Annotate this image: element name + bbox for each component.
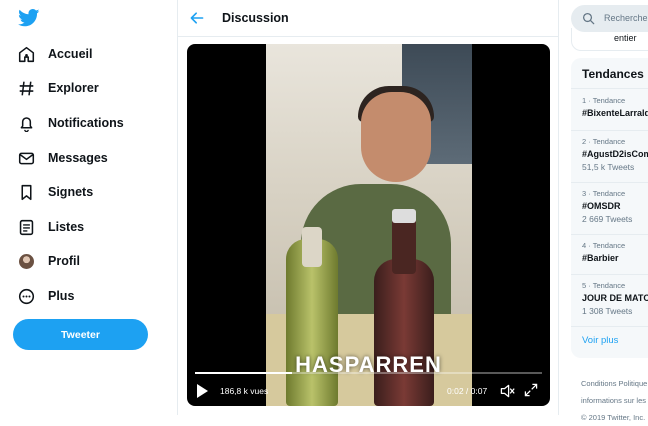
fullscreen-icon[interactable] — [524, 383, 538, 397]
envelope-icon — [18, 150, 35, 167]
nav-label: Accueil — [48, 47, 93, 61]
trend-meta: 2 · Tendance — [582, 137, 626, 146]
nav-label: Notifications — [48, 116, 124, 130]
divider — [571, 326, 648, 327]
footer-links: Conditions Politique informations sur le… — [581, 375, 648, 426]
nav-item-listes[interactable]: Listes — [18, 214, 84, 240]
show-more-link[interactable]: Voir plus — [582, 335, 618, 346]
list-icon — [18, 219, 35, 236]
trends-panel: Tendances 1 · Tendance #BixenteLarralde … — [571, 58, 648, 358]
avatar — [19, 253, 34, 269]
page-title: Discussion — [222, 11, 289, 25]
nav-label: Listes — [48, 220, 85, 234]
nav-item-profil[interactable]: Profil — [18, 248, 80, 274]
trend-name: #Barbier — [582, 253, 619, 263]
twitter-logo-icon[interactable] — [18, 9, 40, 27]
divider — [571, 234, 648, 235]
trend-count: 51,5 k Tweets — [582, 162, 635, 172]
search-placeholder: Recherche — [604, 13, 648, 23]
trend-count: 1 308 Tweets — [582, 306, 633, 316]
divider — [571, 130, 648, 131]
trends-title: Tendances — [582, 67, 644, 81]
back-arrow-icon[interactable] — [189, 10, 205, 26]
video-controls: 186,8 k vues 0:02 / 0:07 — [187, 378, 550, 404]
nav-item-signets[interactable]: Signets — [18, 179, 93, 205]
nav-item-accueil[interactable]: Accueil — [18, 41, 92, 67]
nav-item-plus[interactable]: Plus — [18, 283, 74, 309]
video-progress-fill — [195, 372, 293, 374]
nav-label: Profil — [48, 254, 80, 268]
mute-icon[interactable] — [499, 383, 515, 399]
trend-count: 2 669 Tweets — [582, 214, 633, 224]
person-head — [361, 92, 431, 182]
trend-meta: 1 · Tendance — [582, 96, 626, 105]
sidebar-nav: Accueil Explorer Notifications Messages … — [0, 0, 177, 415]
header: Discussion — [178, 0, 558, 37]
nav-label: Explorer — [48, 81, 99, 95]
trend-item[interactable]: 1 · Tendance #BixenteLarralde — [582, 96, 648, 118]
right-sidebar: entier Recherche Tendances 1 · Tendance … — [559, 0, 648, 422]
nav-label: Messages — [48, 151, 108, 165]
trend-name: JOUR DE MATCH — [582, 293, 648, 303]
trend-meta: 3 · Tendance — [582, 189, 626, 198]
nav-item-notifications[interactable]: Notifications — [18, 110, 124, 136]
hashtag-icon — [18, 80, 35, 97]
trend-name: #AgustD2isComing — [582, 149, 648, 159]
footer-line[interactable]: Conditions Politique — [581, 375, 648, 392]
footer-line[interactable]: informations sur les — [581, 392, 648, 409]
bookmark-icon — [18, 184, 35, 201]
search-input[interactable]: Recherche — [571, 5, 648, 32]
video-overlay-text: HASPARREN — [295, 352, 442, 377]
video-progress-bar[interactable] — [195, 372, 542, 374]
trend-item[interactable]: 4 · Tendance #Barbier — [582, 241, 648, 263]
trend-item[interactable]: 2 · Tendance #AgustD2isComing 51,5 k Twe… — [582, 137, 648, 172]
view-count: 186,8 k vues — [220, 386, 269, 396]
play-icon[interactable] — [197, 384, 208, 398]
divider — [571, 274, 648, 275]
partial-card-text: entier — [614, 33, 637, 43]
avatar-wrapper — [18, 253, 35, 270]
trend-meta: 5 · Tendance — [582, 281, 626, 290]
trend-item[interactable]: 5 · Tendance JOUR DE MATCH 1 308 Tweets — [582, 281, 648, 316]
nav-label: Plus — [48, 289, 75, 303]
bell-icon — [18, 115, 35, 132]
divider — [571, 182, 648, 183]
main-column: Discussion HASPARREN 186,8 k vues 0:02 /… — [177, 0, 559, 415]
nav-item-messages[interactable]: Messages — [18, 145, 108, 171]
trend-meta: 4 · Tendance — [582, 241, 626, 250]
tweet-button[interactable]: Tweeter — [13, 319, 148, 350]
video-player[interactable]: HASPARREN 186,8 k vues 0:02 / 0:07 — [187, 44, 550, 406]
trend-name: #OMSDR — [582, 201, 621, 211]
more-icon — [18, 288, 35, 305]
nav-item-explorer[interactable]: Explorer — [18, 75, 99, 101]
video-time: 0:02 / 0:07 — [447, 386, 488, 396]
trend-name: #BixenteLarralde — [582, 108, 648, 118]
home-icon — [18, 46, 35, 63]
search-icon — [582, 12, 595, 25]
trend-item[interactable]: 3 · Tendance #OMSDR 2 669 Tweets — [582, 189, 648, 224]
footer-line: © 2019 Twitter, Inc. — [581, 413, 646, 422]
divider — [571, 88, 648, 89]
nav-label: Signets — [48, 185, 94, 199]
